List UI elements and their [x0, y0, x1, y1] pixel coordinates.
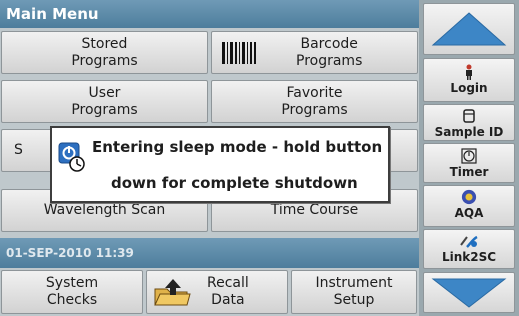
instrument-screen: Main Menu Stored Programs Barcode Progra… — [0, 0, 519, 316]
stored-programs-label: Stored Programs — [71, 35, 138, 69]
barcode-programs-label: Barcode Programs — [296, 35, 363, 69]
wavelength-scan-label: Wavelength Scan — [43, 202, 166, 218]
user-programs-button[interactable]: User Programs — [1, 80, 208, 123]
recall-data-label: Recall Data — [207, 275, 249, 308]
instrument-setup-button[interactable]: Instrument Setup — [291, 270, 417, 314]
page-title: Main Menu — [0, 0, 419, 28]
link2sc-label: Link2SC — [441, 250, 497, 264]
dialog-message-line1: Entering sleep mode - hold button — [92, 138, 383, 156]
login-button[interactable]: Login — [423, 58, 515, 102]
status-bar: 01-SEP-2010 11:39 — [0, 238, 419, 268]
favorite-programs-label: Favorite Programs — [281, 84, 348, 118]
instrument-setup-label: Instrument Setup — [315, 275, 393, 308]
timer-icon — [461, 148, 477, 164]
scroll-up-button[interactable] — [423, 3, 515, 55]
arrow-down-icon — [431, 278, 507, 308]
login-label: Login — [450, 81, 488, 95]
barcode-programs-button[interactable]: Barcode Programs — [211, 31, 418, 74]
timer-label: Timer — [449, 165, 489, 179]
side-panel: Login Sample ID Timer AQA Link2SC — [419, 0, 519, 316]
stored-programs-button[interactable]: Stored Programs — [1, 31, 208, 74]
timer-button[interactable]: Timer — [423, 143, 515, 183]
aqa-button[interactable]: AQA — [423, 185, 515, 227]
scroll-down-button[interactable] — [423, 272, 515, 313]
aqa-icon — [461, 189, 477, 205]
folder-upload-icon — [154, 279, 191, 306]
system-checks-button[interactable]: System Checks — [1, 270, 143, 314]
link-icon — [460, 235, 478, 248]
datetime-text: 01-SEP-2010 11:39 — [6, 246, 134, 260]
user-programs-label: User Programs — [71, 84, 138, 118]
power-clock-icon — [58, 142, 85, 172]
barcode-icon — [222, 41, 256, 64]
favorite-programs-button[interactable]: Favorite Programs — [211, 80, 418, 123]
sample-id-label: Sample ID — [434, 125, 504, 139]
sleep-mode-dialog: Entering sleep mode - hold button down f… — [50, 126, 390, 203]
person-icon — [466, 64, 472, 80]
row3-left-label: S — [14, 142, 23, 158]
aqa-label: AQA — [454, 206, 484, 220]
system-checks-label: System Checks — [45, 275, 99, 308]
link2sc-button[interactable]: Link2SC — [423, 229, 515, 269]
recall-data-button[interactable]: Recall Data — [146, 270, 288, 314]
dialog-message-line2: down for complete shutdown — [111, 174, 358, 192]
sample-id-button[interactable]: Sample ID — [423, 104, 515, 141]
arrow-up-icon — [431, 12, 507, 46]
time-course-label: Time Course — [270, 202, 359, 218]
bottom-bar: System Checks Recall Data Instrument Set… — [0, 268, 419, 316]
sample-vial-icon — [463, 109, 475, 123]
